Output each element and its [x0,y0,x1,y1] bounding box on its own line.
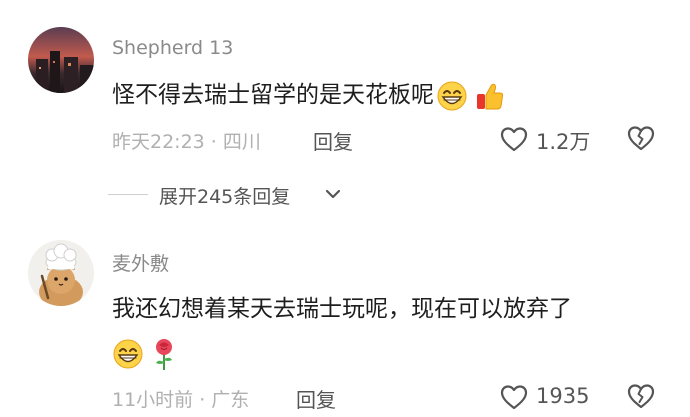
reply-button[interactable]: 回复 [313,126,353,155]
username[interactable]: Shepherd 13 [112,37,233,59]
comment-body: 怪不得去瑞士留学的是天花板呢 [112,82,434,108]
username[interactable]: 麦外敷 [112,249,169,276]
broken-heart-icon [627,384,655,409]
heart-icon [500,127,528,152]
comment-meta: 11小时前 · 广东 回复 1935 [112,382,690,412]
dislike-button[interactable] [626,382,656,412]
emoji-group [112,332,177,376]
like-count: 1935 [536,384,590,408]
comment-text: 怪不得去瑞士留学的是天花板呢 [112,73,666,118]
comment-text: 我还幻想着某天去瑞士玩呢，现在可以放弃了 [112,287,666,376]
chevron-down-icon [325,189,341,199]
comment-body: 我还幻想着某天去瑞士玩呢，现在可以放弃了 [112,296,572,322]
comment-meta: 昨天22:23 · 四川 回复 1.2万 [112,124,690,154]
grin-emoji [437,81,467,111]
comment-list: Shepherd 13 怪不得去瑞士留学的是天花板呢 昨天22:23 · 四川 … [0,0,690,417]
dislike-button[interactable] [626,124,656,154]
timestamp-location: 11小时前 · 广东 [112,389,250,411]
avatar[interactable] [28,240,94,306]
expand-replies-label: 展开245条回复 [159,186,291,208]
avatar[interactable] [28,27,94,93]
grin-emoji [113,339,143,369]
divider-line [108,194,148,195]
heart-icon [500,385,528,410]
comment-item: Shepherd 13 怪不得去瑞士留学的是天花板呢 昨天22:23 · 四川 … [0,0,690,220]
rose-emoji [156,339,173,370]
timestamp-location: 昨天22:23 · 四川 [112,131,261,153]
comment-item: 麦外敷 我还幻想着某天去瑞士玩呢，现在可以放弃了 11小时前 · 广东 回复 1… [0,230,690,417]
reply-button[interactable]: 回复 [296,384,336,413]
broken-heart-icon [627,126,655,151]
emoji-group [436,74,505,118]
like-count: 1.2万 [536,130,591,154]
thumbs-up-emoji [477,83,504,110]
